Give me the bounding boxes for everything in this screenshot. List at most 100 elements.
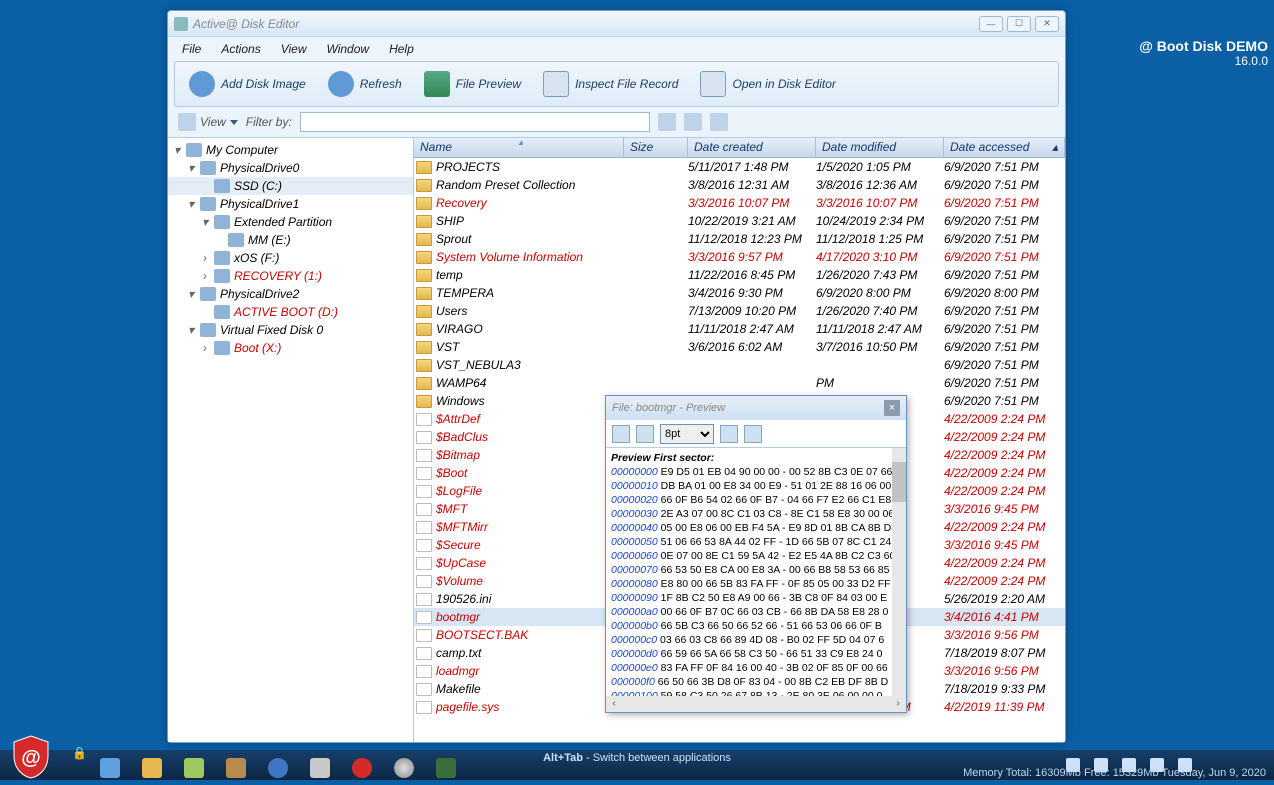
list-item[interactable]: Users7/13/2009 10:20 PM1/26/2020 7:40 PM…	[414, 302, 1065, 320]
tree-item[interactable]: ▾My Computer	[168, 141, 413, 159]
disk-stack-icon	[189, 71, 215, 97]
chevron-icon[interactable]: ›	[200, 251, 210, 265]
folder-icon	[416, 305, 432, 318]
list-item[interactable]: Random Preset Collection3/8/2016 12:31 A…	[414, 176, 1065, 194]
list-item[interactable]: TEMPERA3/4/2016 9:30 PM6/9/2020 8:00 PM6…	[414, 284, 1065, 302]
tree-item[interactable]: ▾PhysicalDrive2	[168, 285, 413, 303]
folder-icon	[416, 179, 432, 192]
file-name: WAMP64	[436, 376, 486, 390]
list-item[interactable]: PROJECTS5/11/2017 1:48 PM1/5/2020 1:05 P…	[414, 158, 1065, 176]
preview-vscroll[interactable]	[892, 448, 906, 696]
tree-item[interactable]: ▾PhysicalDrive0	[168, 159, 413, 177]
list-item[interactable]: SHIP10/22/2019 3:21 AM10/24/2019 2:34 PM…	[414, 212, 1065, 230]
add-disk-image-button[interactable]: Add Disk Image	[181, 68, 314, 100]
file-modified: 3/3/2016 10:07 PM	[816, 196, 944, 210]
hex-line: 00000080 E8 80 00 66 5B 83 FA FF - 0F 85…	[611, 577, 901, 591]
list-item[interactable]: System Volume Information3/3/2016 9:57 P…	[414, 248, 1065, 266]
col-created[interactable]: Date created	[688, 138, 816, 157]
close-button[interactable]: ✕	[1035, 16, 1059, 32]
preview-font-select[interactable]: 8pt	[660, 424, 714, 444]
ql-globe-icon[interactable]	[268, 758, 288, 778]
file-icon	[416, 611, 432, 624]
menu-help[interactable]: Help	[389, 42, 414, 56]
chevron-icon[interactable]: ›	[200, 341, 210, 355]
list-item[interactable]: temp11/22/2016 8:45 PM1/26/2020 7:43 PM6…	[414, 266, 1065, 284]
refresh-button[interactable]: Refresh	[320, 68, 410, 100]
list-item[interactable]: VST3/6/2016 6:02 AM3/7/2016 10:50 PM6/9/…	[414, 338, 1065, 356]
file-icon	[416, 665, 432, 678]
chevron-icon[interactable]: ▾	[200, 215, 210, 229]
ql-cd-icon[interactable]	[394, 758, 414, 778]
file-preview-button[interactable]: File Preview	[416, 68, 529, 100]
ql-box-icon[interactable]	[142, 758, 162, 778]
save-filter-icon[interactable]	[684, 113, 702, 131]
minimize-button[interactable]: —	[979, 16, 1003, 32]
file-accessed: 6/9/2020 7:51 PM	[944, 250, 1065, 264]
tree-item[interactable]: SSD (C:)	[168, 177, 413, 195]
tree-item[interactable]: ›Boot (X:)	[168, 339, 413, 357]
tree-item[interactable]: ›RECOVERY (1:)	[168, 267, 413, 285]
chevron-icon[interactable]: ▾	[186, 323, 196, 337]
list-item[interactable]: Sprout11/12/2018 12:23 PM11/12/2018 1:25…	[414, 230, 1065, 248]
ql-taskmgr-icon[interactable]	[436, 758, 456, 778]
filter-input[interactable]	[300, 112, 650, 132]
menu-view[interactable]: View	[281, 42, 307, 56]
chevron-icon[interactable]: ▾	[186, 287, 196, 301]
preview-link-icon[interactable]	[744, 425, 762, 443]
menu-window[interactable]: Window	[327, 42, 370, 56]
preview-go-icon[interactable]	[720, 425, 738, 443]
image-icon	[424, 71, 450, 97]
hex-line: 000000b0 66 5B C3 66 50 66 52 66 - 51 66…	[611, 619, 901, 633]
file-accessed: 3/3/2016 9:45 PM	[944, 502, 1065, 516]
ql-arrow-icon[interactable]	[184, 758, 204, 778]
file-created: 7/13/2009 10:20 PM	[688, 304, 816, 318]
col-modified[interactable]: Date modified	[816, 138, 944, 157]
device-tree[interactable]: ▾My Computer▾PhysicalDrive0SSD (C:)▾Phys…	[168, 138, 414, 742]
hex-mode-icon[interactable]	[636, 425, 654, 443]
hex-line: 00000030 2E A3 07 00 8C C1 03 C8 - 8E C1…	[611, 507, 901, 521]
file-accessed: 6/9/2020 7:51 PM	[944, 394, 1065, 408]
list-item[interactable]: WAMP64PM6/9/2020 7:51 PM	[414, 374, 1065, 392]
list-item[interactable]: Recovery3/3/2016 10:07 PM3/3/2016 10:07 …	[414, 194, 1065, 212]
file-accessed: 3/3/2016 9:45 PM	[944, 538, 1065, 552]
list-item[interactable]: VST_NEBULA36/9/2020 7:51 PM	[414, 356, 1065, 374]
maximize-button[interactable]: ☐	[1007, 16, 1031, 32]
list-item[interactable]: VIRAGO11/11/2018 2:47 AM11/11/2018 2:47 …	[414, 320, 1065, 338]
device-icon	[214, 341, 230, 355]
menu-actions[interactable]: Actions	[221, 42, 260, 56]
tree-item[interactable]: ▾Extended Partition	[168, 213, 413, 231]
col-size[interactable]: Size	[624, 138, 688, 157]
chevron-icon[interactable]: ▾	[172, 143, 182, 157]
preview-close-button[interactable]: ×	[884, 400, 900, 416]
device-icon	[214, 215, 230, 229]
tree-item[interactable]: ›xOS (F:)	[168, 249, 413, 267]
file-accessed: 6/9/2020 7:51 PM	[944, 196, 1065, 210]
find-icon[interactable]	[658, 113, 676, 131]
open-disk-editor-button[interactable]: Open in Disk Editor	[692, 68, 843, 100]
image-mode-icon[interactable]	[612, 425, 630, 443]
view-dropdown[interactable]: View	[178, 113, 238, 131]
chevron-icon[interactable]: ›	[200, 269, 210, 283]
titlebar[interactable]: Active@ Disk Editor — ☐ ✕	[168, 11, 1065, 37]
menu-file[interactable]: File	[182, 42, 201, 56]
tree-item[interactable]: ACTIVE BOOT (D:)	[168, 303, 413, 321]
preview-body[interactable]: Preview First sector: 00000000 E9 D5 01 …	[606, 448, 906, 696]
tree-item[interactable]: ▾Virtual Fixed Disk 0	[168, 321, 413, 339]
ql-active-icon[interactable]	[352, 758, 372, 778]
col-accessed[interactable]: Date accessed▴	[944, 138, 1065, 157]
file-accessed: 6/9/2020 8:00 PM	[944, 286, 1065, 300]
preview-hscroll[interactable]: ‹›	[606, 696, 906, 712]
ql-key-icon[interactable]	[226, 758, 246, 778]
start-button[interactable]: @	[10, 734, 52, 780]
list-header[interactable]: Name▴ Size Date created Date modified Da…	[414, 138, 1065, 158]
file-accessed: 7/18/2019 9:33 PM	[944, 682, 1065, 696]
chevron-icon[interactable]: ▾	[186, 197, 196, 211]
tree-item[interactable]: ▾PhysicalDrive1	[168, 195, 413, 213]
ql-explorer-icon[interactable]	[100, 758, 120, 778]
tree-item[interactable]: MM (E:)	[168, 231, 413, 249]
inspect-record-button[interactable]: Inspect File Record	[535, 68, 686, 100]
clear-filter-icon[interactable]	[710, 113, 728, 131]
chevron-icon[interactable]: ▾	[186, 161, 196, 175]
ql-disk-icon[interactable]	[310, 758, 330, 778]
col-name[interactable]: Name▴	[414, 138, 624, 157]
